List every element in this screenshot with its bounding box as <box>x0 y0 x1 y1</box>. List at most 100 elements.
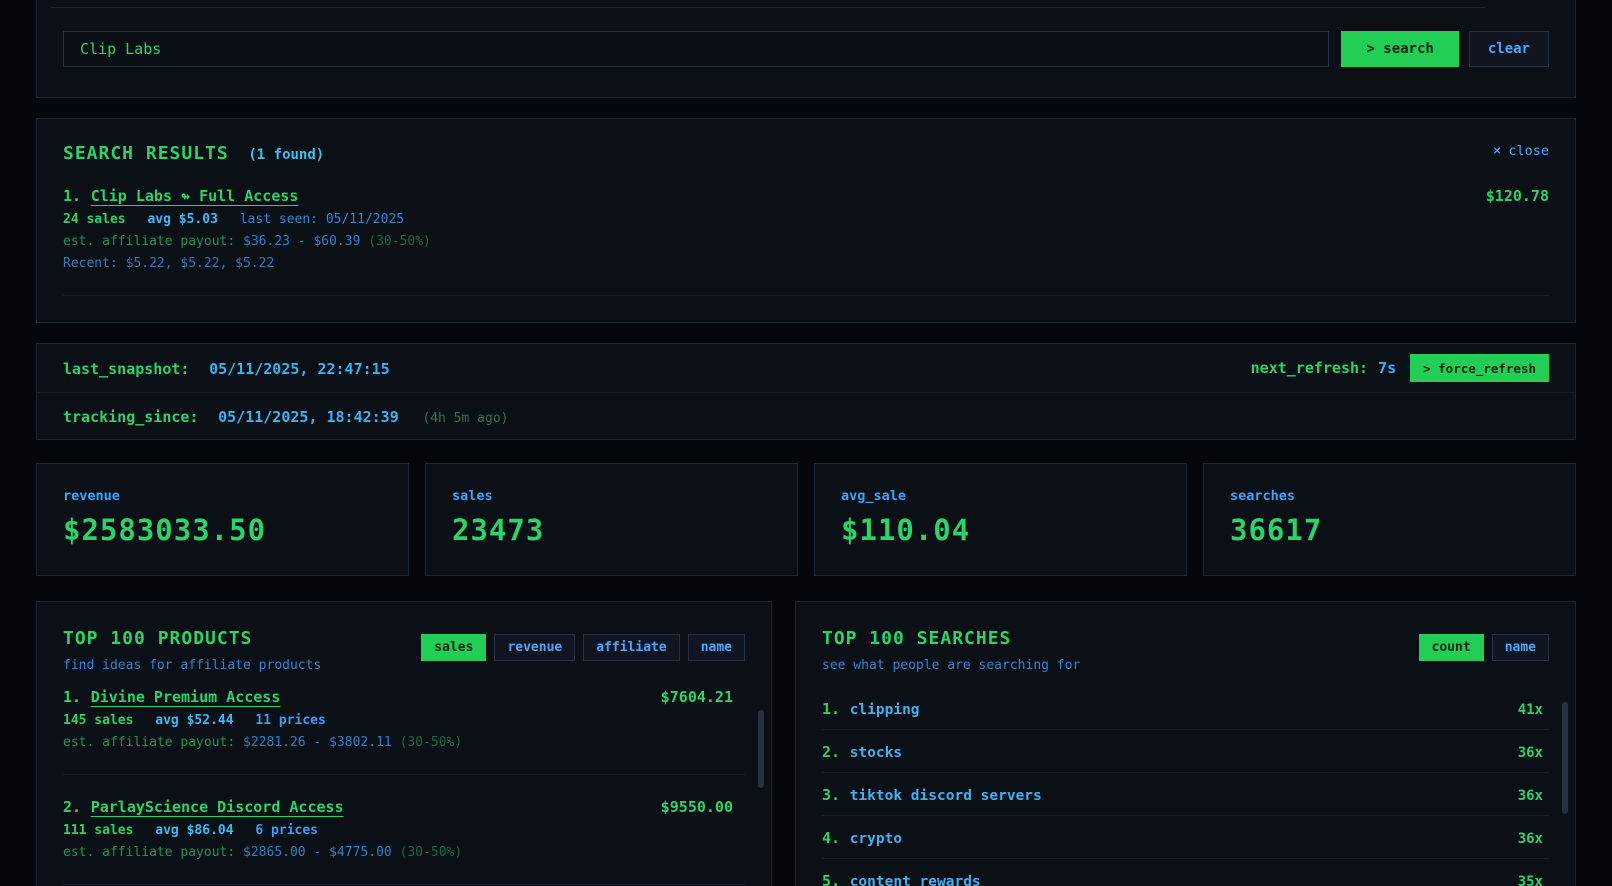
result-product-link[interactable]: Clip Labs ↬ Full Access <box>91 187 299 205</box>
list-divider <box>63 774 745 775</box>
product-payout-label: est. affiliate payout: <box>63 735 236 750</box>
search-term-link[interactable]: clipping <box>850 702 920 718</box>
result-avg: avg $5.03 <box>147 212 218 227</box>
search-count: 35x <box>1517 874 1543 886</box>
search-row: > search clear <box>63 31 1549 67</box>
tracking-since-value: 05/11/2025, 18:42:39 <box>218 407 399 426</box>
stat-value: $110.04 <box>841 513 971 547</box>
product-link[interactable]: ParlayScience Discord Access <box>91 798 344 816</box>
product-revenue: $7604.21 <box>660 688 733 706</box>
results-divider <box>63 295 1549 296</box>
search-button[interactable]: > search <box>1341 31 1459 67</box>
products-title: TOP 100 PRODUCTS <box>63 628 253 649</box>
search-count: 36x <box>1517 788 1543 804</box>
products-scrollbar[interactable] <box>758 710 764 788</box>
top-divider <box>51 0 1485 8</box>
clear-button[interactable]: clear <box>1468 31 1549 67</box>
result-item: 1. Clip Labs ↬ Full Access $120.78 24 sa… <box>63 186 1549 271</box>
sort-by-affiliate-button[interactable]: affiliate <box>583 634 680 661</box>
result-payout-range: $36.23 - $60.39 <box>243 234 361 249</box>
stat-value: 23473 <box>452 513 545 547</box>
product-link[interactable]: Divine Premium Access <box>91 688 281 706</box>
next-refresh-label: next_refresh: <box>1250 359 1369 377</box>
product-list-item: 2. ParlayScience Discord Access $9550.00… <box>63 797 745 885</box>
force-refresh-button[interactable]: > force_refresh <box>1410 354 1549 382</box>
product-payout-pct: (30-50%) <box>399 845 463 860</box>
tracking-since-row: tracking_since: 05/11/2025, 18:42:39 (4h… <box>37 392 1575 439</box>
stat-label: searches <box>1230 488 1296 504</box>
product-sales: 111 sales <box>63 823 134 838</box>
stat-label: avg_sale <box>841 488 907 504</box>
search-term-row: 2. stocks 36x <box>822 730 1549 773</box>
sort-by-name-button[interactable]: name <box>1491 634 1549 661</box>
tracking-ago: (4h 5m ago) <box>422 410 509 426</box>
products-subtitle: find ideas for affiliate products <box>63 658 322 673</box>
top-searches-panel: TOP 100 SEARCHES see what people are sea… <box>795 601 1576 886</box>
product-revenue: $9550.00 <box>660 798 733 816</box>
search-term-link[interactable]: crypto <box>850 831 902 847</box>
search-count: 36x <box>1517 745 1543 761</box>
results-count: (1 found) <box>248 147 325 163</box>
product-avg: avg $52.44 <box>155 713 234 728</box>
search-rank: 1. <box>822 700 841 718</box>
search-term-row: 5. content rewards 35x <box>822 859 1549 886</box>
searches-scrollbar[interactable] <box>1562 702 1568 814</box>
stat-value: 36617 <box>1230 513 1323 547</box>
search-rank: 4. <box>822 829 841 847</box>
searches-list: 1. clipping 41x 2. stocks 36x 3. tiktok <box>822 687 1549 886</box>
search-count: 41x <box>1517 702 1543 718</box>
result-sales: 24 sales <box>63 212 126 227</box>
close-results-button[interactable]: × close <box>1493 143 1549 159</box>
result-recent-prices: Recent: $5.22, $5.22, $5.22 <box>63 256 275 271</box>
stat-value: $2583033.50 <box>63 513 267 547</box>
last-snapshot-value: 05/11/2025, 22:47:15 <box>209 359 390 378</box>
last-snapshot-label: last_snapshot: <box>63 359 190 378</box>
sort-by-name-button[interactable]: name <box>687 634 745 661</box>
stat-card-avg-sale: avg_sale $110.04 <box>814 463 1187 576</box>
product-rank: 1. <box>63 688 82 706</box>
product-payout-pct: (30-50%) <box>399 735 463 750</box>
snapshot-panel: last_snapshot: 05/11/2025, 22:47:15 next… <box>36 343 1576 440</box>
sort-by-sales-button[interactable]: sales <box>421 634 487 661</box>
sort-by-revenue-button[interactable]: revenue <box>494 634 576 661</box>
stat-label: sales <box>452 488 493 504</box>
product-payout-label: est. affiliate payout: <box>63 845 236 860</box>
search-count: 36x <box>1517 831 1543 847</box>
search-term-row: 1. clipping 41x <box>822 687 1549 730</box>
search-term-row: 4. crypto 36x <box>822 816 1549 859</box>
searches-title: TOP 100 SEARCHES <box>822 628 1012 649</box>
result-rank: 1. <box>63 187 82 205</box>
close-icon: × <box>1492 143 1502 159</box>
stat-card-searches: searches 36617 <box>1203 463 1576 576</box>
stat-card-revenue: revenue $2583033.50 <box>36 463 409 576</box>
product-prices-count: 6 prices <box>255 823 319 838</box>
product-prices-count: 11 prices <box>255 713 326 728</box>
product-avg: avg $86.04 <box>155 823 234 838</box>
next-refresh-value: 7s <box>1378 359 1397 377</box>
close-label: close <box>1508 143 1549 159</box>
result-payout-pct: (30-50%) <box>368 234 431 249</box>
search-rank: 2. <box>822 743 841 761</box>
result-price: $120.78 <box>1485 187 1549 205</box>
bottom-row: TOP 100 PRODUCTS find ideas for affiliat… <box>36 601 1576 886</box>
stat-card-sales: sales 23473 <box>425 463 798 576</box>
product-list-item: 1. Divine Premium Access $7604.21 145 sa… <box>63 687 745 775</box>
search-rank: 3. <box>822 786 841 804</box>
search-term-link[interactable]: content rewards <box>850 874 981 886</box>
product-sales: 145 sales <box>63 713 134 728</box>
search-term-link[interactable]: tiktok discord servers <box>850 788 1042 804</box>
search-term-row: 3. tiktok discord servers 36x <box>822 773 1549 816</box>
search-input[interactable] <box>63 31 1330 67</box>
result-payout-label: est. affiliate payout: <box>63 234 236 249</box>
results-heading: SEARCH RESULTS (1 found) <box>63 143 324 164</box>
product-rank: 2. <box>63 798 82 816</box>
search-panel: > search clear <box>36 0 1576 98</box>
product-payout-range: $2281.26 - $3802.11 <box>243 735 392 750</box>
dashboard-page: > search clear SEARCH RESULTS (1 found) … <box>0 0 1612 886</box>
search-term-link[interactable]: stocks <box>850 745 902 761</box>
tracking-since-label: tracking_since: <box>63 407 199 426</box>
sort-by-count-button[interactable]: count <box>1418 634 1484 661</box>
result-last-seen: last seen: 05/11/2025 <box>239 212 405 227</box>
product-payout-range: $2865.00 - $4775.00 <box>243 845 392 860</box>
last-snapshot-row: last_snapshot: 05/11/2025, 22:47:15 next… <box>37 344 1575 392</box>
